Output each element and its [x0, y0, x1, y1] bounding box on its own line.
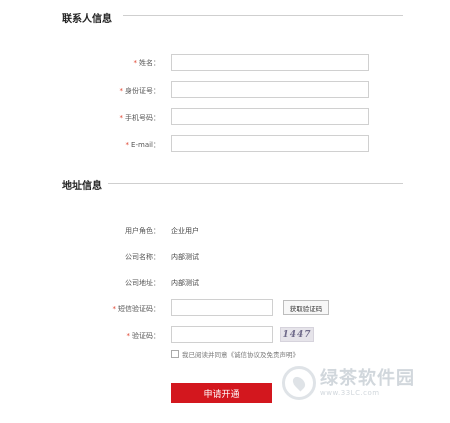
- phone-input[interactable]: [171, 108, 369, 125]
- required-mark: *: [125, 141, 130, 149]
- captcha-input[interactable]: [171, 326, 273, 343]
- captcha-label: * 验证码：: [126, 332, 161, 340]
- name-input[interactable]: [171, 54, 369, 71]
- get-code-button[interactable]: 获取验证码: [283, 300, 329, 315]
- sms-code-input[interactable]: [171, 299, 273, 316]
- id-number-label: * 身份证号：: [119, 87, 161, 95]
- required-mark: *: [119, 114, 124, 122]
- watermark-name: 绿茶软件园: [320, 368, 415, 389]
- email-input[interactable]: [171, 135, 369, 152]
- watermark: 绿茶软件园 www.33LC.com: [282, 366, 415, 400]
- submit-button[interactable]: 申请开通: [171, 383, 272, 403]
- required-mark: *: [112, 305, 117, 313]
- phone-label: * 手机号码：: [119, 114, 161, 122]
- user-role-value: 企业用户: [171, 227, 199, 235]
- company-address-label: 公司地址：: [125, 279, 160, 287]
- required-mark: *: [133, 59, 138, 67]
- id-number-input[interactable]: [171, 81, 369, 98]
- address-section-divider: [108, 183, 403, 184]
- sms-code-label: * 短信验证码：: [112, 305, 161, 313]
- email-label: * E-mail：: [125, 141, 160, 149]
- required-mark: *: [119, 87, 124, 95]
- address-section-title: 地址信息: [62, 181, 102, 192]
- required-mark: *: [126, 332, 131, 340]
- name-label: * 姓名：: [133, 59, 161, 67]
- watermark-logo-icon: [282, 366, 316, 400]
- user-role-label: 用户角色：: [125, 227, 160, 235]
- agreement-checkbox[interactable]: [171, 350, 179, 358]
- company-name-label: 公司名称：: [125, 253, 160, 261]
- company-name-value: 内部测试: [171, 253, 199, 261]
- watermark-url: www.33LC.com: [320, 389, 380, 397]
- agreement-text: 我已阅读并同意《诚信协议及免责声明》: [182, 351, 299, 359]
- contact-section-title: 联系人信息: [62, 14, 112, 25]
- company-address-value: 内部测试: [171, 279, 199, 287]
- agreement-row[interactable]: 我已阅读并同意《诚信协议及免责声明》: [171, 349, 299, 359]
- contact-section-divider: [123, 15, 403, 16]
- captcha-image[interactable]: 1447: [280, 327, 314, 342]
